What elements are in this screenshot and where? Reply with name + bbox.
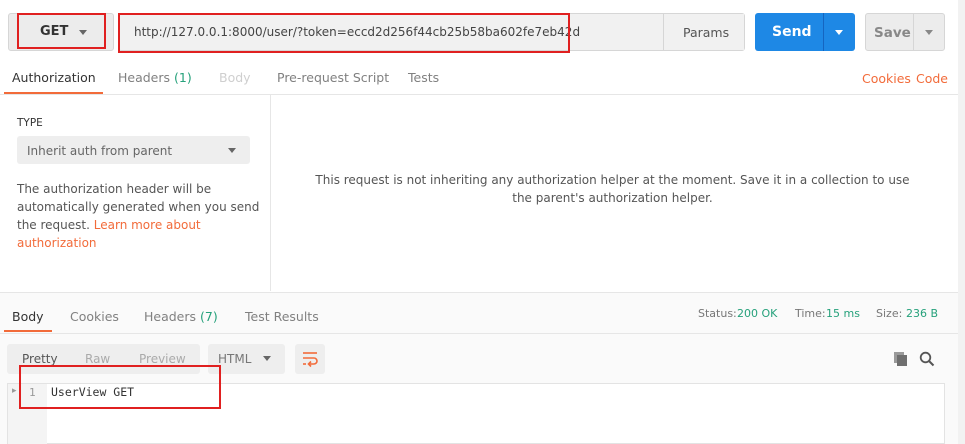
send-divider [823, 13, 824, 51]
time-label: Time: [795, 307, 826, 320]
send-label: Send [772, 24, 812, 40]
status-value: 200 OK [737, 307, 778, 320]
response-tab-headers-label: Headers [144, 309, 197, 324]
tab-prerequest-script[interactable]: Pre-request Script [277, 70, 389, 85]
code-link[interactable]: Code [916, 71, 948, 86]
save-divider [913, 14, 914, 50]
cookies-link[interactable]: Cookies [862, 71, 911, 86]
auth-type-value: Inherit auth from parent [27, 144, 173, 158]
annotation-box-method [17, 13, 106, 49]
tab-headers-label: Headers [118, 70, 171, 85]
response-tab-cookies[interactable]: Cookies [70, 309, 119, 324]
view-pretty-button[interactable]: Pretty [22, 352, 58, 366]
response-tab-headers-count: (7) [200, 309, 218, 324]
scrollbar[interactable] [958, 0, 965, 444]
tabs-divider [0, 94, 958, 95]
view-preview-button[interactable]: Preview [139, 352, 186, 366]
params-label: Params [683, 25, 730, 40]
response-tabs-divider [0, 333, 958, 334]
chevron-down-icon [263, 356, 271, 361]
save-options-chevron-icon[interactable] [925, 30, 933, 35]
auth-panel-divider [270, 95, 271, 291]
wrap-lines-icon [302, 350, 318, 371]
send-options-chevron-icon[interactable] [835, 30, 843, 35]
auth-inherit-message: This request is not inheriting any autho… [315, 173, 910, 205]
chevron-down-icon [228, 148, 236, 153]
tab-body[interactable]: Body [219, 70, 251, 85]
size-value: 236 B [906, 307, 939, 320]
response-divider [0, 292, 965, 293]
annotation-box-url [118, 13, 570, 53]
active-response-tab-indicator [4, 330, 52, 332]
time-value: 15 ms [826, 307, 860, 320]
response-tab-body[interactable]: Body [12, 309, 44, 324]
response-tab-test-results[interactable]: Test Results [245, 309, 319, 324]
view-raw-button[interactable]: Raw [85, 352, 110, 366]
search-icon[interactable] [919, 351, 935, 370]
size-label: Size: [876, 307, 903, 320]
annotation-box-response [19, 365, 221, 409]
status-label: Status: [698, 307, 737, 320]
save-label: Save [874, 25, 911, 41]
tab-tests[interactable]: Tests [408, 70, 439, 85]
response-tab-headers[interactable]: Headers (7) [144, 309, 218, 324]
tab-headers-count: (1) [174, 70, 192, 85]
fold-marker-icon[interactable]: ▸ [12, 386, 17, 396]
auth-description: The authorization header will be automat… [17, 180, 267, 252]
tab-authorization[interactable]: Authorization [12, 70, 96, 85]
language-value: HTML [218, 352, 252, 366]
tab-headers[interactable]: Headers (1) [118, 70, 192, 85]
copy-icon[interactable] [893, 351, 909, 370]
auth-type-label: TYPE [17, 117, 43, 129]
